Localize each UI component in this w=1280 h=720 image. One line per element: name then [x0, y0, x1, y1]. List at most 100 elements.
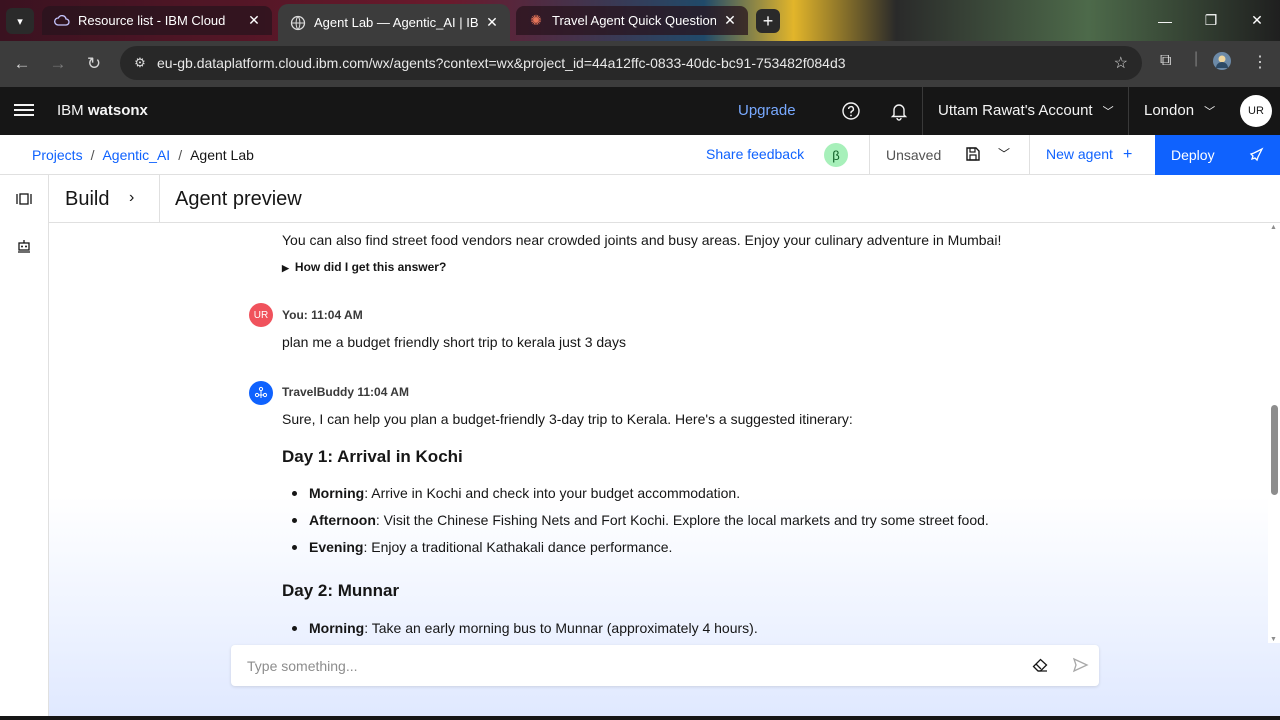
- breadcrumb-separator: /: [90, 147, 95, 163]
- url-field[interactable]: ⚙ eu-gb.dataplatform.cloud.ibm.com/wx/ag…: [120, 46, 1142, 80]
- close-icon[interactable]: ✕: [246, 12, 262, 29]
- reload-button[interactable]: ↻: [80, 50, 108, 78]
- restore-button[interactable]: ❐: [1188, 0, 1234, 41]
- message-author: TravelBuddy 11:04 AM: [282, 385, 409, 399]
- sparkle-icon: ✺: [530, 12, 542, 28]
- extensions-icon[interactable]: ⧉: [1160, 52, 1171, 70]
- arrow-right-icon: →: [49, 54, 67, 73]
- app-header: IBM watsonx Upgrade Uttam Rawat's Accoun…: [0, 87, 1280, 135]
- project-toolbar: Projects / Agentic_AI / Agent Lab Share feed…: [0, 135, 1280, 175]
- chat-input[interactable]: [231, 645, 1011, 686]
- beta-badge: β: [824, 143, 848, 167]
- browser-tab-resource-list[interactable]: Resource list - IBM Cloud ✕: [42, 6, 272, 35]
- bot-message-text: Sure, I can help you plan a budget-frien…: [282, 411, 853, 427]
- menu-icon[interactable]: [14, 101, 34, 121]
- more-menu-icon[interactable]: ⋮: [1252, 52, 1268, 72]
- new-agent-label: New agent: [1046, 146, 1113, 162]
- new-tab-button[interactable]: +: [756, 9, 780, 33]
- chat-input-container: [231, 645, 1099, 686]
- minimize-icon: —: [1158, 12, 1172, 29]
- arrow-left-icon: ←: [13, 54, 31, 73]
- agent-avatar-icon: [249, 381, 273, 405]
- reload-icon: ↻: [86, 54, 102, 73]
- panel-header: Build › Agent preview: [49, 175, 1280, 223]
- tab-title: Travel Agent Quick Questions -: [552, 13, 716, 28]
- how-did-i-get-this-answer-toggle[interactable]: ▶ How did I get this answer?: [282, 260, 446, 274]
- tab-search-button[interactable]: ▾: [6, 8, 34, 34]
- tab-title: Agent Lab — Agentic_AI | IBM w: [314, 15, 478, 30]
- list-item: Morning: Arrive in Kochi and check into …: [291, 485, 741, 501]
- page-title: Agent preview: [175, 188, 302, 210]
- bot-message-text: You can also find street food vendors ne…: [282, 232, 1002, 248]
- plus-icon: +: [762, 10, 774, 31]
- scroll-up-icon[interactable]: ▲: [1270, 224, 1277, 231]
- chevron-right-icon[interactable]: ›: [129, 189, 134, 207]
- caret-right-icon: ▶: [282, 263, 289, 273]
- toolbar-divider: [1029, 135, 1030, 175]
- app-brand[interactable]: IBM watsonx: [57, 102, 148, 119]
- tab-title: Resource list - IBM Cloud: [78, 13, 226, 28]
- minimize-button[interactable]: —: [1142, 0, 1188, 41]
- breadcrumb-agentic-ai[interactable]: Agentic_AI: [102, 147, 170, 163]
- toolbar-divider: |: [1194, 50, 1199, 67]
- send-icon[interactable]: [1071, 656, 1089, 674]
- breadcrumb-current: Agent Lab: [190, 147, 254, 163]
- robot-icon[interactable]: [15, 237, 33, 255]
- avatar: UR: [249, 303, 273, 327]
- header-divider: [1128, 87, 1129, 135]
- chevron-down-icon: ▾: [17, 15, 23, 28]
- close-icon[interactable]: ✕: [722, 12, 738, 29]
- item-text: : Visit the Chinese Fishing Nets and For…: [375, 512, 989, 528]
- chevron-down-icon: ﹀: [1102, 106, 1114, 118]
- share-feedback-link[interactable]: Share feedback: [706, 146, 804, 162]
- region-switcher[interactable]: London ﹀: [1144, 102, 1215, 119]
- scrollbar-thumb[interactable]: [1271, 405, 1278, 495]
- itinerary-heading: Day 1: Arrival in Kochi: [282, 447, 463, 466]
- deploy-button[interactable]: Deploy: [1155, 135, 1280, 175]
- upgrade-link[interactable]: Upgrade: [738, 102, 796, 119]
- cloud-icon: [54, 13, 70, 29]
- how-label: How did I get this answer?: [294, 260, 447, 274]
- rocket-icon: [1248, 147, 1264, 166]
- build-panel-toggle[interactable]: Build: [65, 188, 109, 211]
- globe-icon: [290, 15, 306, 31]
- panel-divider: [159, 175, 160, 223]
- star-icon[interactable]: ☆: [1114, 53, 1128, 73]
- user-message-text: plan me a budget friendly short trip to …: [282, 334, 626, 350]
- list-item: Afternoon: Visit the Chinese Fishing Net…: [292, 512, 989, 528]
- profile-icon[interactable]: [1212, 51, 1232, 76]
- deploy-label: Deploy: [1171, 147, 1215, 163]
- list-item: Morning: Take an early morning bus to Mu…: [292, 620, 758, 636]
- avatar[interactable]: UR: [1240, 95, 1272, 127]
- toolbar-divider: [869, 135, 870, 175]
- browser-tab-travel-agent[interactable]: ✺ Travel Agent Quick Questions - ✕: [516, 6, 748, 35]
- url-text: eu-gb.dataplatform.cloud.ibm.com/wx/agen…: [157, 55, 846, 71]
- save-icon[interactable]: [964, 145, 982, 163]
- restore-icon: ❐: [1204, 12, 1218, 28]
- new-agent-button[interactable]: New agent +: [1046, 146, 1132, 164]
- message-author: You: 11:04 AM: [282, 308, 363, 322]
- browser-tab-agent-lab[interactable]: Agent Lab — Agentic_AI | IBM w ✕: [278, 4, 510, 41]
- notification-icon[interactable]: [887, 99, 911, 123]
- scroll-down-icon[interactable]: ▼: [1270, 636, 1277, 643]
- breadcrumb-separator: /: [178, 147, 183, 163]
- chevron-down-icon[interactable]: ﹀: [998, 145, 1010, 162]
- eraser-icon[interactable]: [1031, 656, 1049, 674]
- item-text: : Take an early morning bus to Munnar (a…: [364, 620, 758, 636]
- item-label: Evening: [309, 539, 364, 555]
- site-info-icon[interactable]: ⚙: [126, 55, 154, 71]
- help-icon[interactable]: [839, 99, 863, 123]
- forward-button[interactable]: →: [44, 50, 72, 78]
- account-switcher[interactable]: Uttam Rawat's Account ﹀: [938, 102, 1114, 119]
- list-item: Evening: Enjoy a traditional Kathakali d…: [291, 539, 673, 555]
- item-text: : Arrive in Kochi and check into your bu…: [364, 485, 741, 501]
- back-button[interactable]: ←: [8, 50, 36, 78]
- itinerary-heading: Day 2: Munnar: [282, 581, 400, 600]
- item-text: : Enjoy a traditional Kathakali dance pe…: [363, 539, 673, 555]
- breadcrumb-projects[interactable]: Projects: [32, 147, 83, 163]
- close-window-button[interactable]: ✕: [1234, 0, 1280, 41]
- panel-layout-icon[interactable]: [15, 190, 33, 208]
- address-bar-row: ← → ↻ ⚙ eu-gb.dataplatform.cloud.ibm.com…: [0, 41, 1280, 87]
- chevron-down-icon: ﹀: [1204, 106, 1216, 118]
- close-icon[interactable]: ✕: [484, 14, 500, 31]
